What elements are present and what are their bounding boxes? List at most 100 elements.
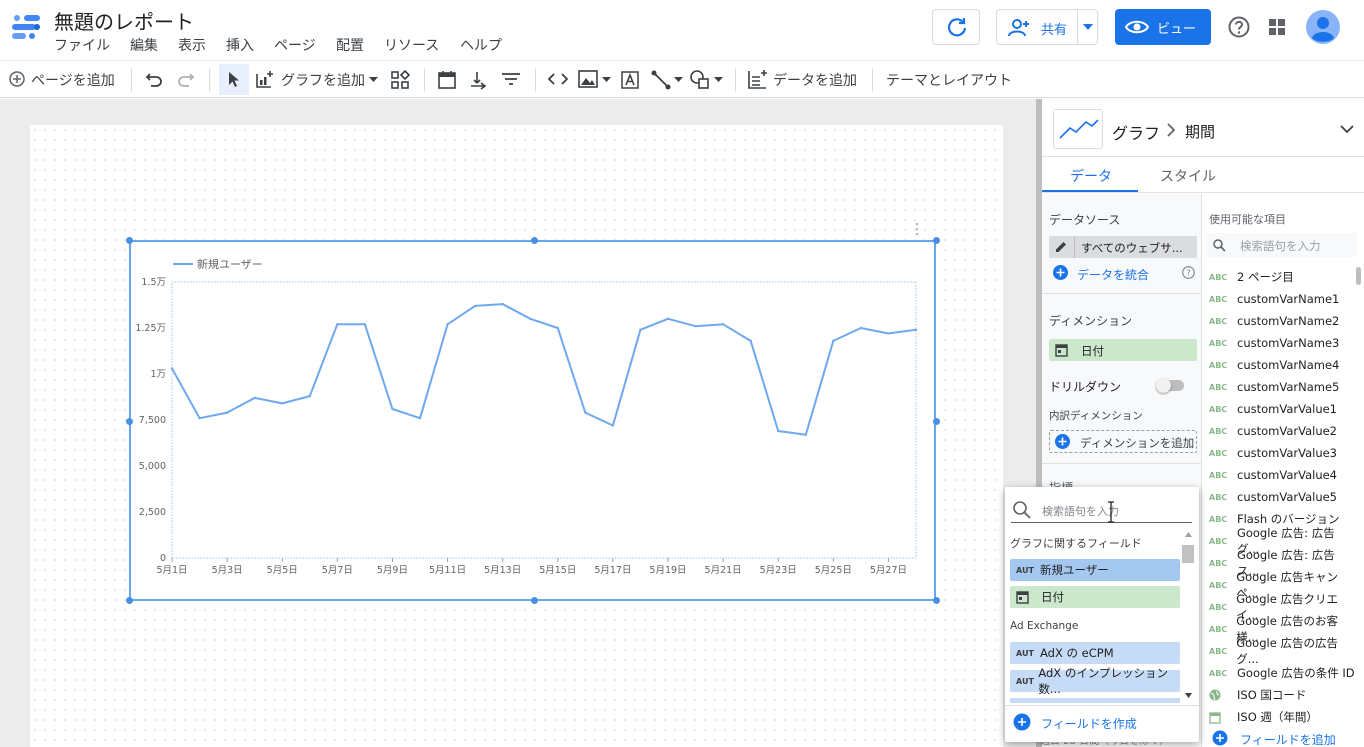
menu-view[interactable]: 表示 — [178, 35, 206, 55]
resize-handle[interactable] — [933, 597, 940, 604]
available-field-item[interactable]: ABC customVarValue1 — [1209, 398, 1357, 420]
theme-layout-button[interactable]: テーマとレイアウト — [886, 70, 1012, 90]
caret-down-icon[interactable] — [674, 77, 683, 82]
series-line-new-users — [171, 303, 917, 436]
eye-icon — [1125, 20, 1149, 34]
aut-type-icon: AUT — [1016, 565, 1034, 575]
help-icon[interactable] — [1228, 16, 1250, 38]
date-range-icon[interactable] — [438, 70, 456, 89]
tab-style[interactable]: スタイル — [1160, 166, 1216, 186]
x-tick-label: 5月5日 — [267, 565, 298, 576]
available-fields-search[interactable]: 検索語句を入力 — [1207, 233, 1357, 257]
share-button[interactable]: 共有 — [996, 9, 1098, 45]
field-option-new-users[interactable]: AUT 新規ユーザー — [1010, 559, 1180, 581]
tab-data[interactable]: データ — [1070, 166, 1112, 186]
menu-resources[interactable]: リソース — [384, 35, 439, 55]
available-field-item[interactable]: ABC Google 広告の条件 ID — [1209, 662, 1357, 684]
data-point — [694, 324, 697, 328]
available-field-item[interactable]: ABC customVarName3 — [1209, 332, 1357, 354]
available-field-item[interactable]: ABC 2 ページ目 — [1209, 266, 1357, 288]
available-field-label: customVarValue5 — [1237, 490, 1337, 504]
menu-page[interactable]: ページ — [274, 35, 316, 55]
caret-down-icon[interactable] — [369, 77, 378, 82]
data-point — [446, 323, 449, 326]
available-field-label: customVarValue1 — [1237, 402, 1337, 416]
available-field-label: customVarName1 — [1237, 292, 1340, 306]
menu-insert[interactable]: 挿入 — [226, 35, 254, 55]
pencil-icon[interactable] — [1054, 240, 1068, 254]
available-field-item[interactable]: ABC customVarName2 — [1209, 310, 1357, 332]
add-chart-button[interactable]: グラフを追加 — [281, 70, 365, 90]
add-chart-icon[interactable] — [255, 70, 275, 88]
add-circle-icon[interactable] — [1212, 730, 1228, 746]
text-type-icon: ABC — [1209, 580, 1228, 590]
filter-control-icon[interactable] — [501, 72, 521, 86]
available-field-item[interactable]: ABC customVarValue5 — [1209, 486, 1357, 508]
embed-code-icon[interactable] — [547, 72, 569, 86]
refresh-button[interactable] — [932, 9, 980, 45]
undo-icon[interactable] — [145, 71, 163, 87]
redo-icon[interactable] — [177, 71, 195, 87]
add-data-button[interactable]: データを追加 — [773, 70, 857, 90]
report-title[interactable]: 無題のレポート — [54, 6, 194, 35]
available-field-item[interactable]: ABC customVarValue4 — [1209, 464, 1357, 486]
view-button[interactable]: ビュー — [1115, 9, 1211, 45]
field-option-adx-impressions[interactable]: AUT AdX のインプレッション数... — [1010, 666, 1180, 696]
available-field-item[interactable]: ABC customVarValue2 — [1209, 420, 1357, 442]
menu-file[interactable]: ファイル — [54, 35, 110, 55]
caret-down-icon[interactable] — [714, 77, 723, 82]
available-field-item[interactable]: ABC Google 広告の広告グ... — [1209, 636, 1357, 666]
menu-help[interactable]: ヘルプ — [460, 35, 502, 55]
shape-tool-icon[interactable] — [689, 69, 711, 89]
dimension-chip[interactable]: 日付 — [1049, 339, 1197, 361]
available-field-item[interactable]: ABC customVarName5 — [1209, 376, 1357, 398]
more-options-icon[interactable] — [914, 222, 920, 236]
line-tool-icon[interactable] — [651, 70, 671, 90]
scrollbar-thumb[interactable] — [1356, 267, 1361, 285]
data-point — [363, 323, 367, 326]
dropdown-scrollbar[interactable] — [1182, 532, 1194, 702]
add-page-button[interactable]: ページを追加 — [31, 70, 115, 90]
text-box-icon[interactable] — [620, 70, 640, 90]
add-dimension-button[interactable]: ディメンションを追加 — [1049, 430, 1197, 453]
available-fields-label: 使用可能な項目 — [1209, 213, 1286, 226]
field-option-adx-ecpm[interactable]: AUT AdX の eCPM — [1010, 642, 1180, 664]
resize-handle[interactable] — [933, 237, 940, 244]
caret-down-icon[interactable] — [602, 77, 611, 82]
available-field-item[interactable]: ISO 週（年間） — [1209, 706, 1357, 728]
data-control-icon[interactable] — [468, 70, 488, 90]
add-field-link[interactable]: フィールドを追加 — [1240, 731, 1336, 747]
add-data-icon[interactable] — [747, 69, 769, 89]
select-tool-button[interactable] — [219, 64, 249, 95]
image-icon[interactable] — [578, 70, 598, 88]
available-field-item[interactable]: ABC customVarValue3 — [1209, 442, 1357, 464]
datasource-chip[interactable]: すべてのウェブサ... — [1049, 236, 1197, 258]
available-field-item[interactable]: ISO 国コード — [1209, 684, 1357, 706]
text-type-icon: ABC — [1209, 404, 1228, 414]
search-icon — [1013, 501, 1031, 519]
resize-handle[interactable] — [933, 418, 940, 425]
drilldown-toggle[interactable] — [1156, 378, 1184, 393]
field-option-date[interactable]: 日付 — [1010, 586, 1180, 608]
add-circle-icon[interactable] — [9, 71, 25, 87]
field-option-partial — [1010, 698, 1180, 703]
blend-data-link[interactable]: データを統合 — [1077, 266, 1149, 283]
field-option-label: 日付 — [1041, 590, 1064, 604]
chart-type-label: グラフ — [1112, 124, 1161, 143]
apps-grid-icon[interactable] — [1269, 19, 1285, 35]
data-studio-logo[interactable] — [10, 13, 42, 41]
help-icon[interactable]: ? — [1182, 266, 1195, 279]
create-field-link[interactable]: フィールドを作成 — [1041, 715, 1137, 732]
chevron-down-icon[interactable] — [1340, 125, 1354, 134]
community-visualization-icon[interactable] — [390, 70, 410, 90]
menu-arrange[interactable]: 配置 — [336, 35, 364, 55]
share-label: 共有 — [1041, 23, 1068, 38]
chart-type-thumbnail[interactable] — [1053, 109, 1103, 149]
caret-down-icon[interactable] — [1083, 24, 1093, 30]
account-avatar-icon[interactable] — [1306, 10, 1340, 44]
menu-edit[interactable]: 編集 — [130, 35, 158, 55]
available-field-item[interactable]: ABC customVarName4 — [1209, 354, 1357, 376]
available-field-item[interactable]: ABC customVarName1 — [1209, 288, 1357, 310]
add-circle-icon[interactable] — [1053, 265, 1068, 280]
panel-header: グラフ 期間 — [1042, 99, 1364, 157]
